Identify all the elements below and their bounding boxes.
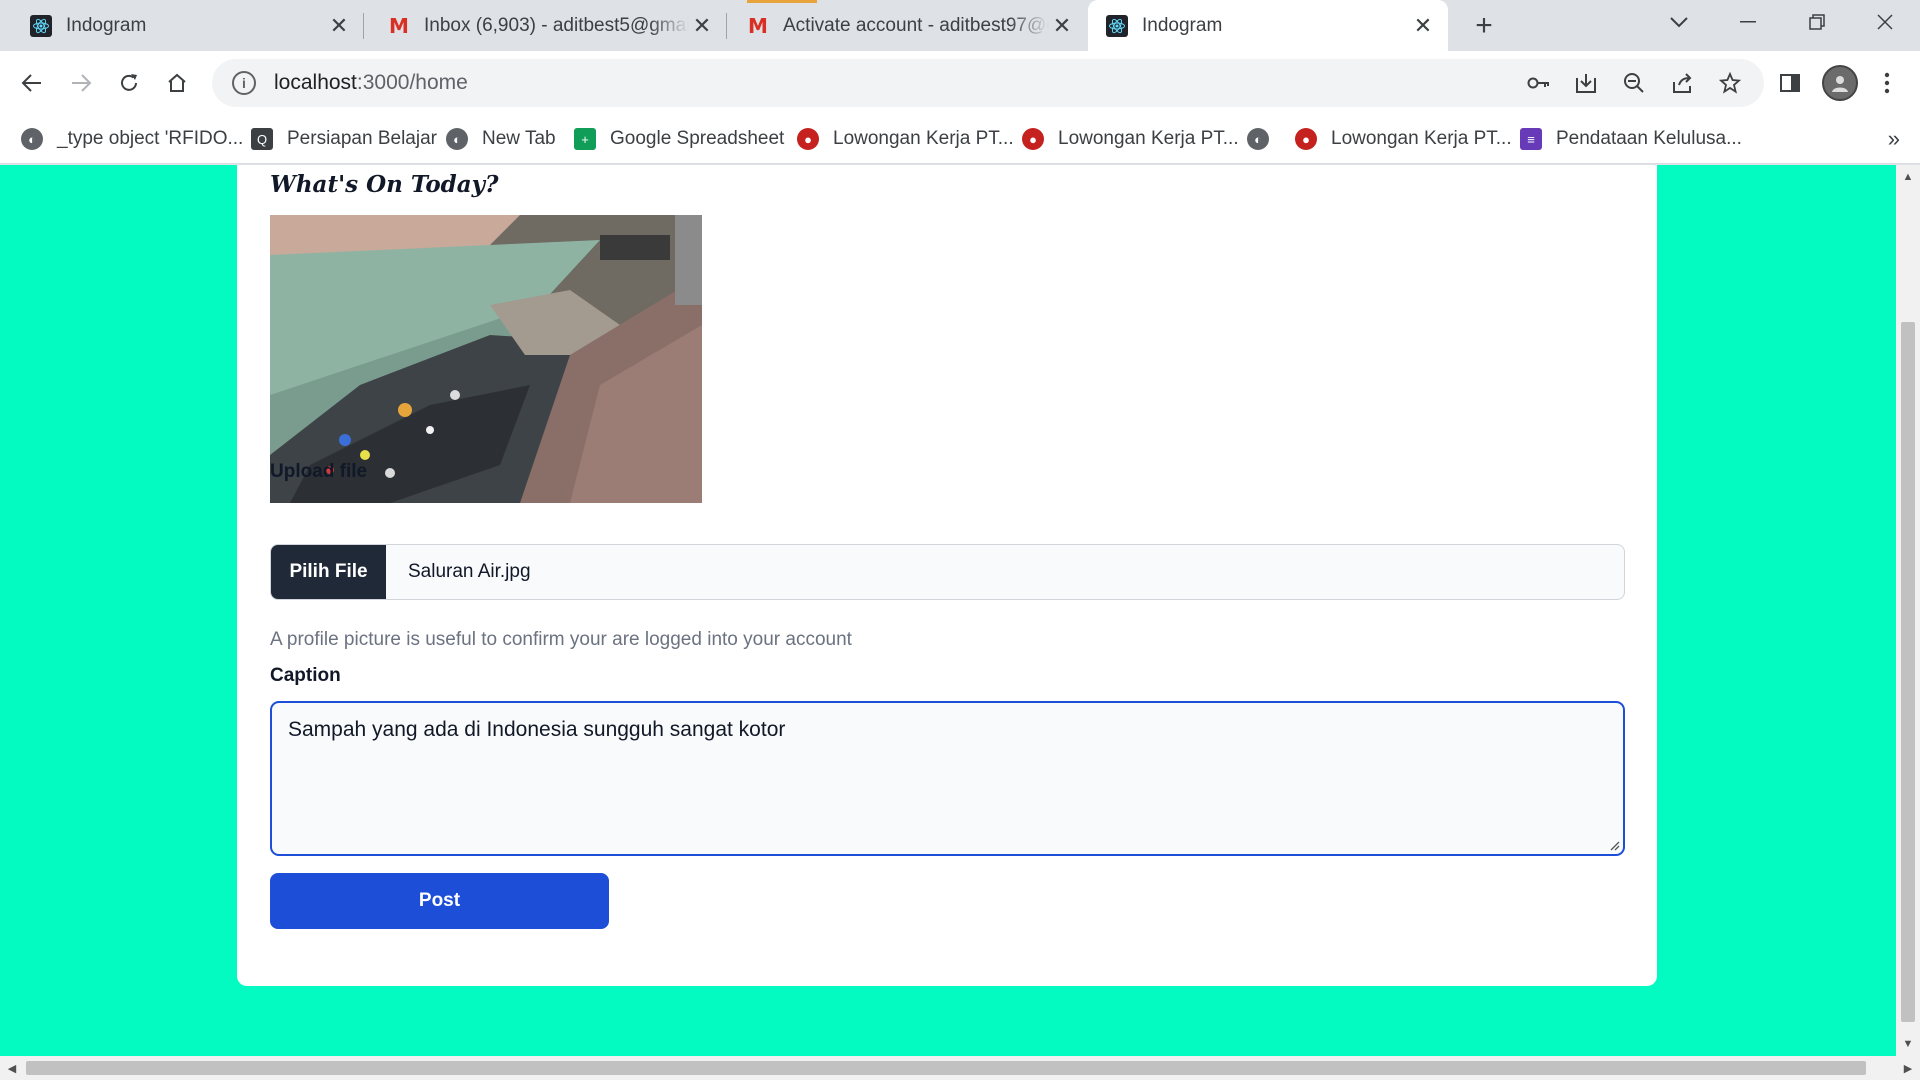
close-window-icon[interactable] (1850, 0, 1920, 44)
forward-arrow-icon[interactable] (61, 63, 101, 103)
scroll-down-arrow-icon[interactable]: ▼ (1896, 1032, 1920, 1056)
tab-title: Indogram (66, 14, 147, 36)
bookmark-item[interactable]: ● Lowongan Kerja PT... (797, 114, 1014, 164)
close-icon[interactable]: ✕ (326, 13, 352, 39)
bookmark-item[interactable]: Q Persiapan Belajar (251, 114, 437, 164)
new-tab-button[interactable]: + (1466, 8, 1502, 44)
upload-label: Upload file (270, 461, 368, 482)
bookmark-item[interactable]: + Google Spreadsheet (574, 114, 784, 164)
bookmarks-overflow-button[interactable]: » (1888, 126, 1900, 152)
bookmark-star-icon[interactable] (1711, 64, 1749, 102)
caption-label: Caption (270, 665, 341, 686)
globe-icon: ◐ (446, 128, 468, 150)
scrollbar-thumb[interactable] (1901, 322, 1915, 1022)
close-icon[interactable]: ✕ (689, 13, 715, 39)
tab-indogram-1[interactable]: Indogram ✕ (0, 0, 364, 51)
key-icon[interactable] (1520, 64, 1558, 102)
side-panel-icon[interactable] (1771, 64, 1809, 102)
menu-kebab-icon[interactable] (1868, 64, 1906, 102)
job-icon: ● (797, 128, 819, 150)
gmail-icon: M (748, 13, 768, 38)
tab-strip: Indogram ✕ M Inbox (6,903) - aditbest5@g… (0, 0, 1920, 51)
tab-title: Activate account - aditbest97@gmail.com (783, 14, 1049, 36)
react-icon (1106, 14, 1128, 37)
scroll-right-arrow-icon[interactable]: ▶ (1896, 1056, 1920, 1080)
tab-title: Indogram (1142, 14, 1223, 36)
gmail-icon: M (389, 13, 409, 38)
react-icon (30, 14, 52, 37)
minimize-icon[interactable] (1713, 0, 1783, 44)
scroll-left-arrow-icon[interactable]: ◀ (0, 1056, 24, 1080)
job-icon: ● (1022, 128, 1044, 150)
bookmark-item[interactable]: ≡ Pendataan Kelulusa... (1520, 114, 1742, 164)
bookmark-label: Lowongan Kerja PT... (833, 128, 1014, 149)
sheets-icon: + (574, 128, 596, 150)
vertical-scrollbar[interactable]: ▲ ▼ (1896, 165, 1920, 1056)
globe-icon: ◐ (1247, 128, 1269, 150)
bookmarks-bar: ◐ _type object 'RFIDO... Q Persiapan Belaj… (0, 114, 1920, 164)
bookmark-label: Lowongan Kerja PT... (1058, 128, 1239, 149)
page-viewport: What's On Today? Upload file Pilih File … (0, 165, 1896, 1056)
resize-grip-icon[interactable] (1608, 839, 1620, 851)
caption-value: Sampah yang ada di Indonesia sungguh san… (288, 718, 786, 741)
tab-gmail-activate[interactable]: M Activate account - aditbest97@gmail.co… (727, 0, 1087, 51)
zoom-out-icon[interactable] (1615, 64, 1653, 102)
quizizz-icon: Q (251, 128, 273, 150)
bookmark-item[interactable]: ◐ _type object 'RFIDO... (21, 114, 243, 164)
bookmark-item[interactable]: ● Lowongan Kerja PT... (1022, 114, 1239, 164)
browser-toolbar: i localhost:3000/home (0, 51, 1920, 114)
forms-icon: ≡ (1520, 128, 1542, 150)
profile-avatar[interactable] (1822, 65, 1858, 101)
tab-gmail-inbox[interactable]: M Inbox (6,903) - aditbest5@gmail.com ✕ (364, 0, 727, 51)
bookmark-label: _type object 'RFIDO... (57, 128, 244, 149)
globe-icon: ◐ (21, 128, 43, 150)
bookmark-item[interactable]: ◐ New Tab (446, 114, 556, 164)
selected-file-name: Saluran Air.jpg (408, 561, 531, 582)
scroll-up-arrow-icon[interactable]: ▲ (1896, 165, 1920, 189)
close-icon[interactable]: ✕ (1049, 13, 1075, 39)
home-icon[interactable] (157, 63, 197, 103)
post-button[interactable]: Post (270, 873, 609, 929)
bookmark-label: Pendataan Kelulusa... (1556, 128, 1742, 149)
helper-text: A profile picture is useful to confirm y… (270, 629, 852, 650)
url-host: localhost (274, 71, 357, 94)
close-icon[interactable]: ✕ (1410, 13, 1436, 39)
install-app-icon[interactable] (1567, 64, 1605, 102)
bookmark-item[interactable]: ◐ (1247, 114, 1283, 164)
job-icon: ● (1295, 128, 1317, 150)
bookmark-label: New Tab (482, 128, 556, 149)
site-info-icon[interactable]: i (232, 71, 256, 95)
tab-indogram-active[interactable]: Indogram ✕ (1088, 0, 1448, 51)
bookmark-item[interactable]: ● Lowongan Kerja PT... (1295, 114, 1512, 164)
restore-icon[interactable] (1782, 0, 1852, 44)
tab-search-chevron-icon[interactable] (1644, 0, 1714, 44)
url-text[interactable]: localhost:3000/home (274, 71, 468, 95)
bookmark-label: Google Spreadsheet (610, 128, 785, 149)
file-input[interactable]: Pilih File Saluran Air.jpg (270, 544, 1625, 600)
url-path: :3000/home (356, 71, 468, 94)
reload-icon[interactable] (109, 63, 149, 103)
choose-file-button[interactable]: Pilih File (271, 545, 386, 599)
bookmark-label: Lowongan Kerja PT... (1331, 128, 1512, 149)
scrollbar-thumb[interactable] (26, 1061, 1866, 1075)
horizontal-scrollbar[interactable]: ◀ ▶ (0, 1056, 1920, 1080)
back-arrow-icon[interactable] (12, 63, 52, 103)
post-form-card: What's On Today? Upload file Pilih File … (237, 165, 1657, 986)
caption-textarea[interactable]: Sampah yang ada di Indonesia sungguh san… (270, 701, 1625, 856)
loading-indicator (747, 0, 817, 3)
page-title: What's On Today? (270, 171, 499, 198)
share-icon[interactable] (1663, 64, 1701, 102)
bookmark-label: Persiapan Belajar (287, 128, 437, 149)
image-preview (270, 215, 702, 503)
tab-title: Inbox (6,903) - aditbest5@gmail.com (424, 14, 689, 36)
